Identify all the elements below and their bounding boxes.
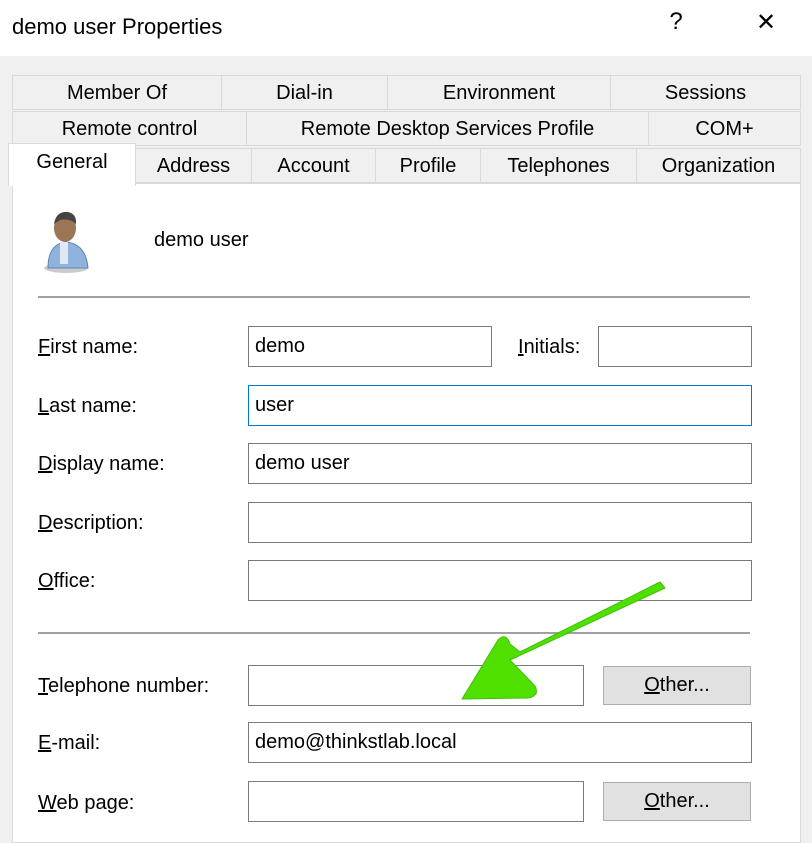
email-label: E-mail: — [38, 732, 101, 754]
tab-member-of[interactable]: Member Of — [12, 75, 222, 110]
tab-organization[interactable]: Organization — [636, 148, 801, 183]
tab-profile[interactable]: Profile — [375, 148, 481, 183]
close-button[interactable]: ✕ — [746, 8, 786, 37]
title-bar: demo user Properties ? ✕ — [0, 0, 812, 56]
last-name-label: Last name: — [38, 395, 137, 417]
description-label: Description: — [38, 512, 144, 534]
user-icon — [44, 211, 89, 273]
email-input[interactable]: demo@thinkstlab.local — [248, 722, 752, 763]
telephone-input[interactable] — [248, 665, 584, 706]
tab-com-plus[interactable]: COM+ — [648, 111, 801, 146]
help-button[interactable]: ? — [656, 8, 696, 36]
initials-label: Initials: — [518, 336, 581, 358]
display-name-label: Display name: — [38, 453, 165, 475]
display-name-input[interactable]: demo user — [248, 443, 752, 484]
separator — [38, 632, 750, 634]
web-page-label: Web page: — [38, 792, 135, 814]
web-page-input[interactable] — [248, 781, 584, 822]
first-name-label: First name: — [38, 336, 139, 358]
tab-environment[interactable]: Environment — [387, 75, 611, 110]
tab-general[interactable]: General — [8, 143, 136, 186]
office-label: Office: — [38, 570, 96, 592]
tab-dial-in[interactable]: Dial-in — [221, 75, 388, 110]
last-name-input[interactable]: user — [248, 385, 752, 426]
first-name-input[interactable]: demo — [248, 326, 492, 367]
telephone-label: Telephone number: — [38, 675, 210, 697]
tab-remote-control[interactable]: Remote control — [12, 111, 247, 146]
tab-account[interactable]: Account — [251, 148, 376, 183]
telephone-other-button[interactable]: Other... — [603, 666, 751, 705]
initials-input[interactable] — [598, 326, 752, 367]
office-input[interactable] — [248, 560, 752, 601]
description-input[interactable] — [248, 502, 752, 543]
tab-rds-profile[interactable]: Remote Desktop Services Profile — [246, 111, 649, 146]
tab-telephones[interactable]: Telephones — [480, 148, 637, 183]
window-title: demo user Properties — [12, 14, 223, 39]
user-display-name: demo user — [154, 229, 249, 251]
web-page-other-button[interactable]: Other... — [603, 782, 751, 821]
separator — [38, 296, 750, 298]
tab-address[interactable]: Address — [135, 148, 252, 183]
tab-sessions[interactable]: Sessions — [610, 75, 801, 110]
